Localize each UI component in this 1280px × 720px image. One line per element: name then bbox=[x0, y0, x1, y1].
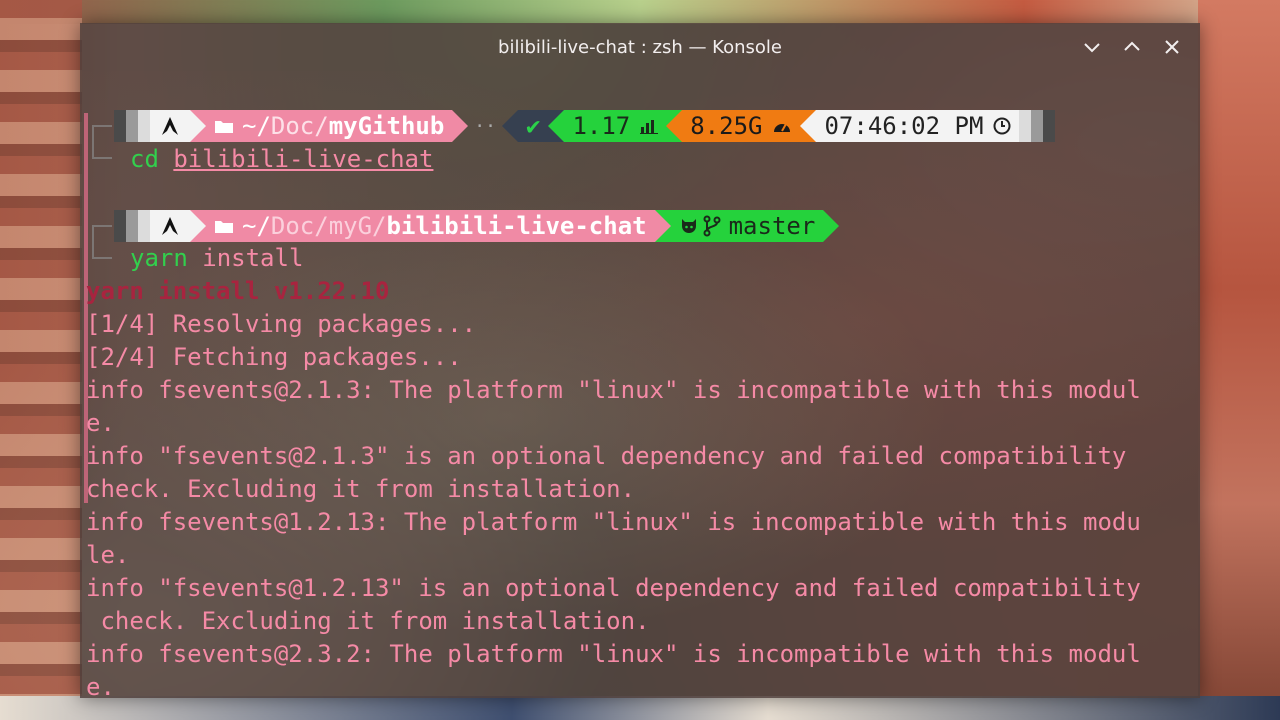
desktop-background-right bbox=[1198, 0, 1280, 720]
clock-icon bbox=[993, 117, 1011, 135]
output-line: check. Excluding it from installation. bbox=[86, 475, 636, 503]
gauge-icon bbox=[774, 123, 791, 132]
path-last: myGithub bbox=[328, 112, 445, 140]
prompt-stripes-right bbox=[1019, 110, 1056, 142]
path-mid-2: myG/ bbox=[328, 212, 387, 240]
os-segment bbox=[150, 210, 190, 242]
command-argument: bilibili-live-chat bbox=[173, 145, 434, 173]
folder-icon bbox=[215, 221, 233, 233]
output-line: info "fsevents@1.2.13" is an optional de… bbox=[86, 574, 1141, 602]
konsole-window: bilibili-live-chat : zsh — Konsole ~/ Do… bbox=[80, 23, 1200, 698]
title-bar[interactable]: bilibili-live-chat : zsh — Konsole bbox=[80, 23, 1200, 71]
arch-logo-icon bbox=[162, 217, 178, 235]
window-controls bbox=[1078, 33, 1186, 61]
output-line: [2/4] Fetching packages... bbox=[86, 343, 462, 371]
git-segment: master bbox=[670, 210, 824, 242]
path-prefix: ~/ bbox=[242, 212, 271, 240]
window-title: bilibili-live-chat : zsh — Konsole bbox=[498, 36, 782, 58]
output-line: e. bbox=[86, 409, 115, 437]
github-icon bbox=[681, 219, 696, 233]
prompt-stripes bbox=[114, 210, 150, 242]
prompt-filler: ·· bbox=[474, 115, 496, 137]
path-last: bilibili-live-chat bbox=[386, 212, 647, 240]
path-segment: ~/Doc/myG/bilibili-live-chat bbox=[206, 210, 655, 242]
command-line-1: cd bilibili-live-chat bbox=[130, 145, 433, 173]
minimize-icon bbox=[1084, 43, 1100, 53]
terminal-area[interactable]: ~/Doc/myGithub ·· ✔ 1.17 8.25G 07:46:02 … bbox=[80, 71, 1200, 698]
path-mid-1: Doc/ bbox=[270, 212, 329, 240]
bar-chart-icon bbox=[640, 120, 659, 134]
output-line: check. Excluding it from installation. bbox=[86, 607, 650, 635]
load-value: 1.17 bbox=[572, 112, 631, 140]
branch-name: master bbox=[728, 212, 816, 240]
command-keyword: cd bbox=[130, 145, 159, 173]
time-value: 07:46:02 PM bbox=[824, 112, 984, 140]
load-segment: 1.17 bbox=[564, 110, 667, 142]
path-mid: Doc/ bbox=[270, 112, 329, 140]
close-button[interactable] bbox=[1158, 33, 1186, 61]
command-line-2: yarn install bbox=[130, 244, 303, 272]
prompt-line-1: ~/Doc/myGithub ·· ✔ 1.17 8.25G 07:46:02 … bbox=[114, 110, 1056, 142]
memory-segment: 8.25G bbox=[682, 110, 801, 142]
command-argument: install bbox=[202, 244, 304, 272]
path-segment: ~/Doc/myGithub bbox=[206, 110, 453, 142]
time-segment: 07:46:02 PM bbox=[816, 110, 1020, 142]
git-branch-icon bbox=[703, 215, 721, 237]
minimize-button[interactable] bbox=[1078, 33, 1106, 61]
output-line: [1/4] Resolving packages... bbox=[86, 310, 477, 338]
desktop-background-top bbox=[0, 0, 1280, 24]
output-line: le. bbox=[86, 541, 130, 569]
prompt-line-2: ~/Doc/myG/bilibili-live-chat master bbox=[114, 210, 840, 242]
maximize-icon bbox=[1124, 41, 1140, 51]
close-icon bbox=[1165, 40, 1179, 54]
output-line: info fsevents@2.1.3: The platform "linux… bbox=[86, 376, 1141, 404]
output-line: info fsevents@1.2.13: The platform "linu… bbox=[86, 508, 1141, 536]
folder-icon bbox=[215, 121, 233, 133]
desktop-background-bottom bbox=[0, 696, 1280, 720]
command-keyword: yarn bbox=[130, 244, 188, 272]
prompt-bracket bbox=[92, 125, 112, 159]
arch-logo-icon bbox=[162, 117, 178, 135]
prompt-stripes bbox=[114, 110, 150, 142]
memory-value: 8.25G bbox=[690, 112, 763, 140]
prompt-bracket bbox=[92, 225, 112, 259]
output-line: info fsevents@2.3.2: The platform "linux… bbox=[86, 640, 1141, 668]
desktop-background-left bbox=[0, 0, 82, 720]
output-line: yarn install v1.22.10 bbox=[86, 277, 390, 305]
path-prefix: ~/ bbox=[242, 112, 271, 140]
status-segment: ✔ bbox=[517, 110, 549, 142]
output-line: e. bbox=[86, 673, 115, 698]
maximize-button[interactable] bbox=[1118, 33, 1146, 61]
output-line: info "fsevents@2.1.3" is an optional dep… bbox=[86, 442, 1127, 470]
os-segment bbox=[150, 110, 190, 142]
